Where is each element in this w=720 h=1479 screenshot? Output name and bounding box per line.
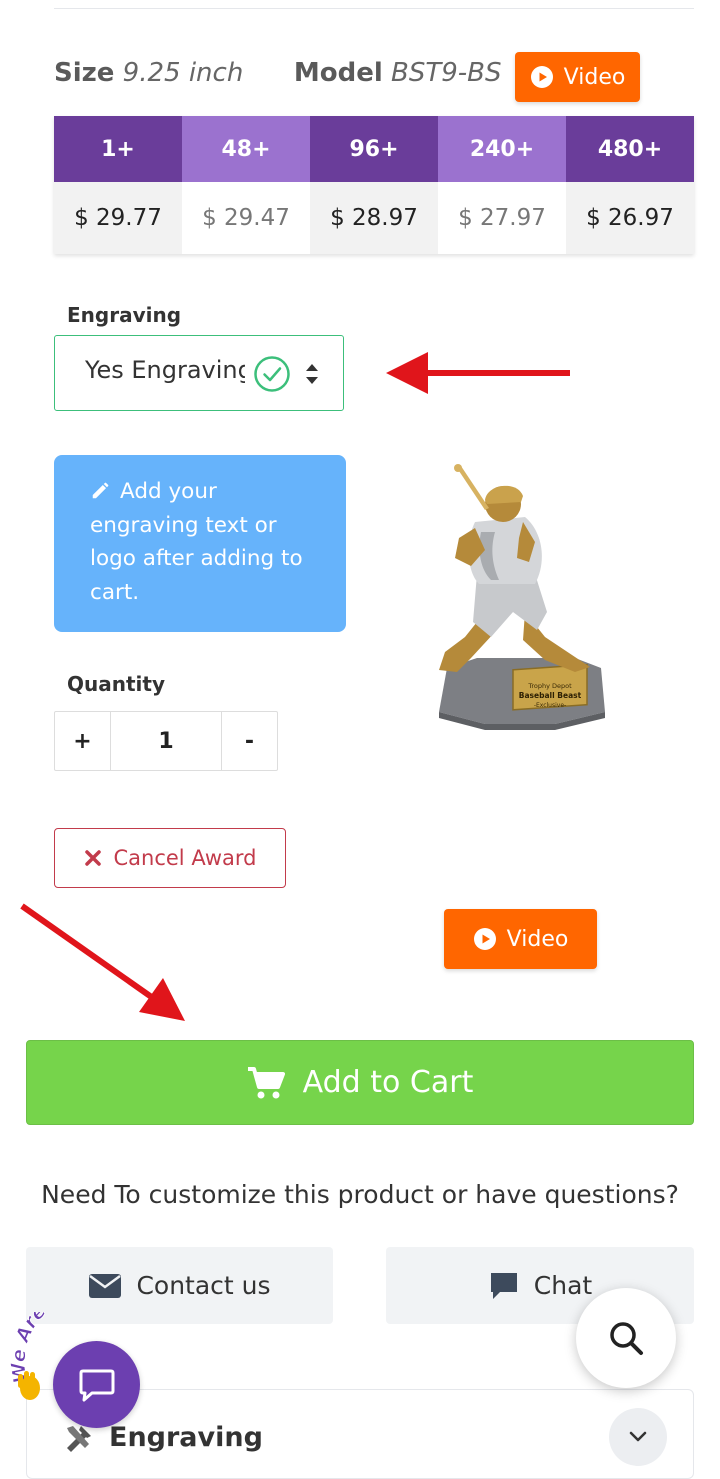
chat-label: Chat xyxy=(533,1271,593,1300)
info-line: engraving text or xyxy=(90,512,277,538)
message-icon xyxy=(79,1369,114,1401)
tier-header: 1+ xyxy=(54,116,182,182)
contact-us-label: Contact us xyxy=(136,1271,271,1300)
quantity-stepper: + 1 - xyxy=(54,711,278,771)
tier-header: 240+ xyxy=(438,116,566,182)
red-arrow-icon xyxy=(20,903,185,1021)
top-divider xyxy=(54,8,694,9)
quantity-label: Quantity xyxy=(67,672,165,696)
close-icon xyxy=(84,850,101,866)
add-to-cart-label: Add to Cart xyxy=(302,1065,474,1100)
tier-price: $ 28.97 xyxy=(310,182,438,254)
check-circle-icon xyxy=(254,356,290,392)
quantity-price-table: 1+ 48+ 96+ 240+ 480+ $ 29.77 $ 29.47 $ 2… xyxy=(54,116,694,254)
video-button[interactable]: Video xyxy=(515,52,640,102)
waving-hand-icon xyxy=(18,1371,40,1400)
model-label: Model xyxy=(293,58,383,88)
red-arrow-icon xyxy=(386,352,570,394)
accordion-title: Engraving xyxy=(109,1422,263,1453)
model-value: BST9-BS xyxy=(391,58,502,88)
plaque-line2: Baseball Beast xyxy=(519,691,582,700)
video-button-label: Video xyxy=(563,64,626,90)
quantity-decrease-button[interactable]: - xyxy=(222,712,277,770)
pencil-icon xyxy=(92,482,109,499)
customize-question: Need To customize this product or have q… xyxy=(41,1180,679,1209)
chat-bubble-icon xyxy=(490,1272,517,1299)
product-image[interactable]: Trophy Depot Baseball Beast -Exclusive- xyxy=(425,462,615,732)
shopping-cart-icon xyxy=(247,1066,285,1098)
tier-price: $ 27.97 xyxy=(438,182,566,254)
search-icon xyxy=(610,1322,643,1355)
tier-price: $ 26.97 xyxy=(566,182,694,254)
info-line: cart. xyxy=(90,579,140,605)
cancel-award-label: Cancel Award xyxy=(113,846,257,870)
tier-header: 480+ xyxy=(566,116,694,182)
info-line: logo after adding to xyxy=(90,546,303,571)
product-video-label: Video xyxy=(506,926,569,952)
quantity-input[interactable]: 1 xyxy=(110,712,222,770)
search-fab[interactable] xyxy=(576,1288,676,1388)
product-video-button[interactable]: Video xyxy=(444,909,597,969)
plaque-line1: Trophy Depot xyxy=(527,682,572,690)
engraving-select[interactable]: Yes Engraving xyxy=(54,335,344,411)
chevron-down-icon xyxy=(629,1431,647,1442)
plaque-line3: -Exclusive- xyxy=(534,702,566,709)
play-circle-icon xyxy=(473,928,496,950)
tier-header: 96+ xyxy=(310,116,438,182)
engraving-select-value: Yes Engraving xyxy=(85,356,245,384)
tier-price: $ 29.47 xyxy=(182,182,310,254)
engraving-info-box: Add your engraving text or logo after ad… xyxy=(54,455,346,632)
live-chat-launcher[interactable] xyxy=(53,1341,140,1428)
accordion-toggle[interactable] xyxy=(609,1408,667,1466)
tier-price: $ 29.77 xyxy=(54,182,182,254)
info-line: Add your xyxy=(120,479,217,504)
size-label: Size xyxy=(54,58,115,88)
size-value: 9.25 inch xyxy=(122,58,244,88)
sort-arrows-icon xyxy=(306,364,318,384)
tier-header: 48+ xyxy=(182,116,310,182)
engraving-label: Engraving xyxy=(67,303,182,327)
play-circle-icon xyxy=(530,66,553,88)
quantity-increase-button[interactable]: + xyxy=(55,712,110,770)
cancel-award-button[interactable]: Cancel Award xyxy=(54,828,286,888)
envelope-icon xyxy=(89,1273,122,1298)
product-spec-row: Size 9.25 inch Model BST9-BS xyxy=(54,58,502,88)
add-to-cart-button[interactable]: Add to Cart xyxy=(26,1040,694,1125)
